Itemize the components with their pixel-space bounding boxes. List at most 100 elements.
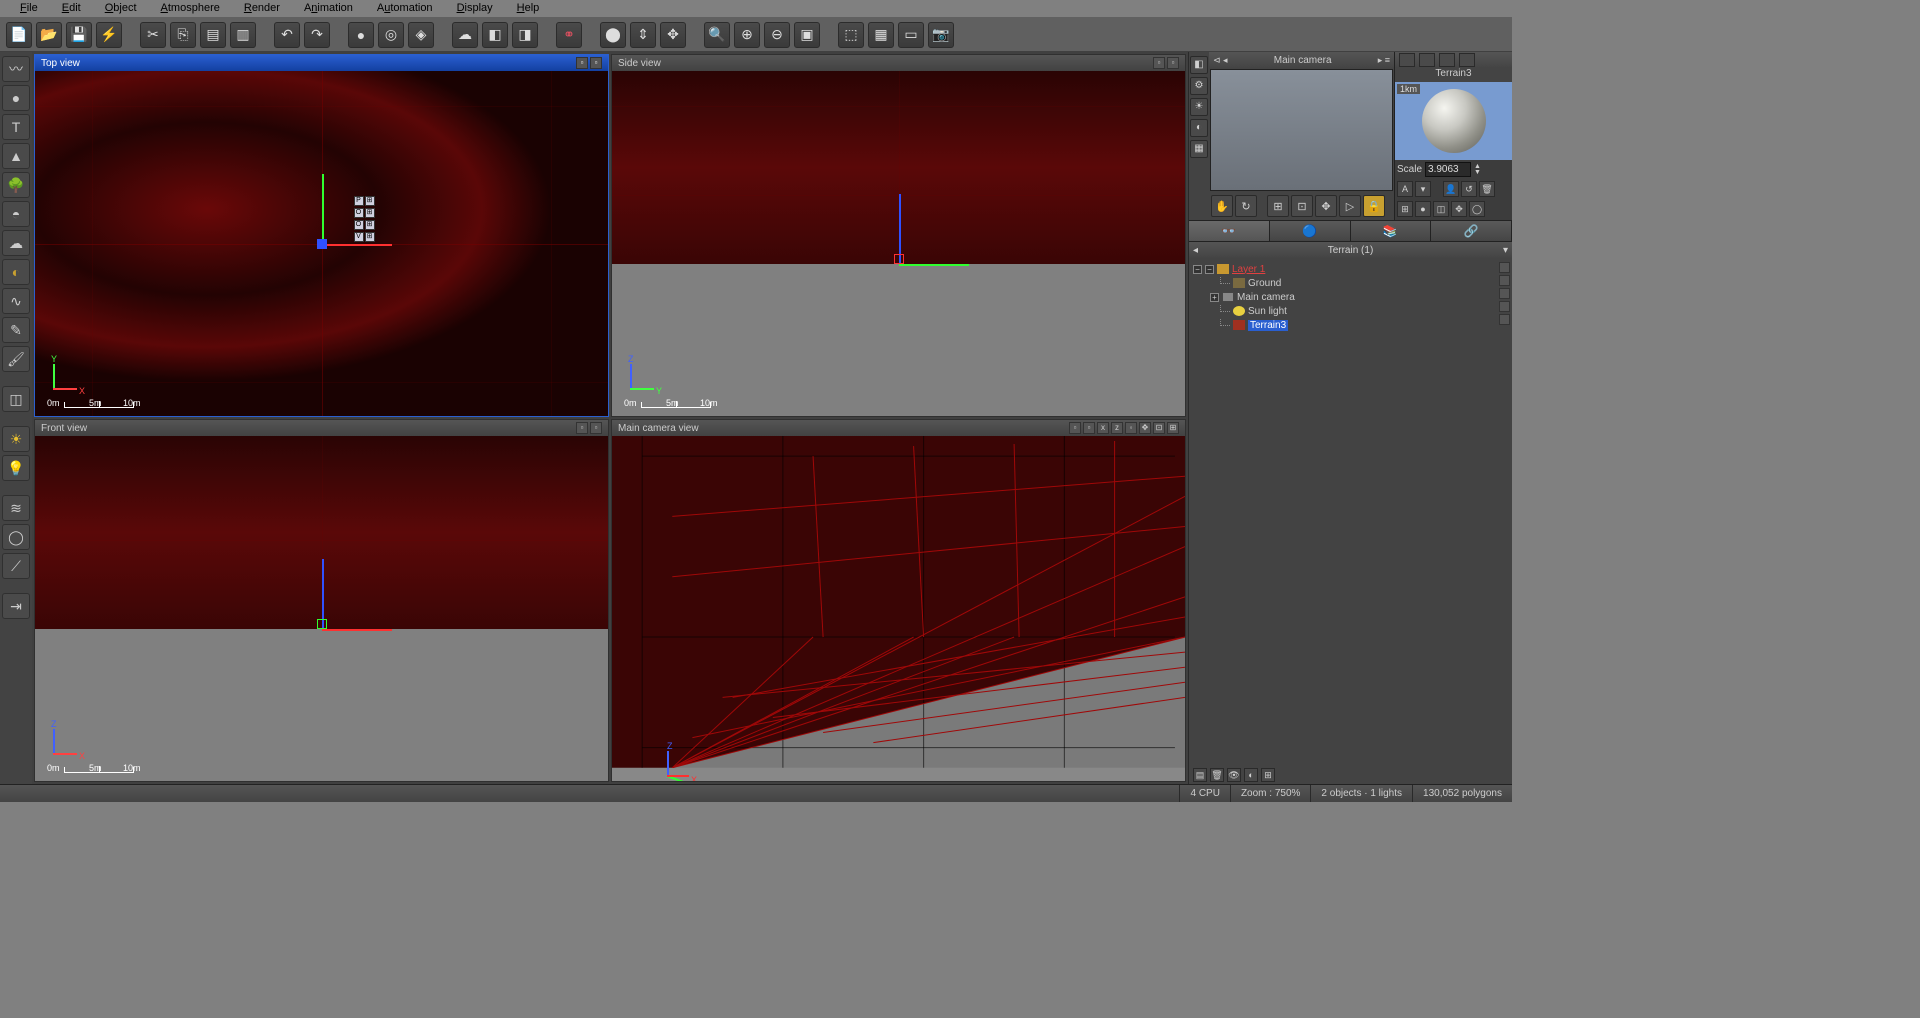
obj-btn-sphere-icon[interactable]: ● bbox=[1415, 201, 1431, 217]
viewport-top[interactable]: Top view ▫ ▫ P⊞ bbox=[34, 54, 609, 417]
material-icon[interactable]: ◨ bbox=[512, 22, 538, 48]
cloud-tool-icon[interactable]: ☁ bbox=[2, 230, 30, 256]
obj-btn-move-icon[interactable]: ✥ bbox=[1451, 201, 1467, 217]
atmosphere-icon[interactable]: ☁ bbox=[452, 22, 478, 48]
sun-icon[interactable]: ☀ bbox=[2, 426, 30, 452]
obj-btn-grid-icon[interactable]: ⊞ bbox=[1397, 201, 1413, 217]
viewport-side[interactable]: Side view ▫ ▫ bbox=[611, 54, 1186, 417]
timeline-icon[interactable]: ▦ bbox=[868, 22, 894, 48]
export-tool-icon[interactable]: ⇥ bbox=[2, 593, 30, 619]
camera-selector[interactable]: ⊲ ◂ Main camera ▸ ≡ bbox=[1209, 52, 1394, 68]
render-settings-icon[interactable]: ◈ bbox=[408, 22, 434, 48]
viewport-top-opt2-icon[interactable]: ▫ bbox=[590, 57, 602, 69]
tree-vis1-icon[interactable] bbox=[1499, 262, 1510, 273]
scale-spinner-icon[interactable]: ▲▼ bbox=[1474, 164, 1481, 176]
preview-mode5-icon[interactable]: ▦ bbox=[1190, 140, 1208, 158]
tree-label-terrain[interactable]: Terrain3 bbox=[1248, 320, 1288, 331]
zoom-icon[interactable]: ⊕ bbox=[734, 22, 760, 48]
menu-edit[interactable]: Edit bbox=[50, 0, 93, 17]
tab-library[interactable]: 📚 bbox=[1351, 221, 1432, 241]
text-tool-icon[interactable]: T bbox=[2, 114, 30, 140]
rock-tool-icon[interactable]: ◓ bbox=[2, 201, 30, 227]
preview-mode1-icon[interactable]: ◧ bbox=[1190, 56, 1208, 74]
preview-move-icon[interactable]: ✥ bbox=[1315, 195, 1337, 217]
tree-opt1-icon[interactable]: ◐ bbox=[1244, 768, 1258, 782]
redo-icon[interactable]: ↷ bbox=[304, 22, 330, 48]
menu-automation[interactable]: Automation bbox=[365, 0, 445, 17]
paint-tool-icon[interactable]: 🖌 bbox=[2, 346, 30, 372]
cube-icon[interactable]: ◧ bbox=[482, 22, 508, 48]
tree-row-layer[interactable]: − − Layer 1 bbox=[1193, 262, 1508, 276]
new-file-icon[interactable]: 📄 bbox=[6, 22, 32, 48]
viewport-cam-nav-z-icon[interactable]: z bbox=[1111, 422, 1123, 434]
obj-link-icon[interactable] bbox=[1459, 53, 1475, 67]
sphere-tool-icon[interactable]: ● bbox=[2, 85, 30, 111]
paste-icon[interactable]: ▤ bbox=[200, 22, 226, 48]
undo-icon[interactable]: ↶ bbox=[274, 22, 300, 48]
viewport-cam-nav3-icon[interactable]: ✥ bbox=[1139, 422, 1151, 434]
obj-btn-trash-icon[interactable]: 🗑 bbox=[1479, 181, 1495, 197]
tree-del-icon[interactable]: 🗑 bbox=[1210, 768, 1224, 782]
obj-btn-cyl-icon[interactable]: ◯ bbox=[1469, 201, 1485, 217]
panel-collapse-icon[interactable]: ◂ bbox=[1193, 245, 1198, 256]
preview-play-icon[interactable]: ▷ bbox=[1339, 195, 1361, 217]
obj-sculpt-icon[interactable] bbox=[1439, 53, 1455, 67]
camera-icon[interactable]: 📷 bbox=[928, 22, 954, 48]
viewport-cam-nav5-icon[interactable]: ⊞ bbox=[1167, 422, 1179, 434]
zoom-in-icon[interactable]: 🔍 bbox=[704, 22, 730, 48]
tree-row-terrain[interactable]: Terrain3 bbox=[1193, 318, 1508, 332]
film-icon[interactable]: ⬚ bbox=[838, 22, 864, 48]
material-preview[interactable]: 1km bbox=[1395, 82, 1512, 160]
obj-btn-user-icon[interactable]: 👤 bbox=[1443, 181, 1459, 197]
tree-label-layer[interactable]: Layer 1 bbox=[1232, 264, 1265, 275]
fan-tool-icon[interactable]: ◯ bbox=[2, 524, 30, 550]
next-camera-icon[interactable]: ▸ ≡ bbox=[1378, 55, 1390, 66]
tree-label-sun[interactable]: Sun light bbox=[1248, 306, 1287, 317]
menu-file[interactable]: File bbox=[8, 0, 50, 17]
tree-label-camera[interactable]: Main camera bbox=[1237, 292, 1295, 303]
expand-layer-icon[interactable]: − bbox=[1193, 265, 1202, 274]
menu-help[interactable]: Help bbox=[505, 0, 552, 17]
menu-render[interactable]: Render bbox=[232, 0, 292, 17]
copy-icon[interactable]: ⎘ bbox=[170, 22, 196, 48]
zoom-out-icon[interactable]: ⊖ bbox=[764, 22, 790, 48]
viewport-cam-nav-x-icon[interactable]: x bbox=[1097, 422, 1109, 434]
viewport-front[interactable]: Front view ▫ ▫ Z X bbox=[34, 419, 609, 782]
tree-vis4-icon[interactable] bbox=[1499, 301, 1510, 312]
obj-paint-icon[interactable] bbox=[1419, 53, 1435, 67]
panel-menu-icon[interactable]: ▾ bbox=[1503, 245, 1508, 256]
duplicate-icon[interactable]: ▥ bbox=[230, 22, 256, 48]
cut-icon[interactable]: ✂ bbox=[140, 22, 166, 48]
move-tool-icon[interactable]: ✥ bbox=[660, 22, 686, 48]
viewport-front-opt1-icon[interactable]: ▫ bbox=[576, 422, 588, 434]
obj-btn-a[interactable]: A bbox=[1397, 181, 1413, 197]
open-file-icon[interactable]: 📂 bbox=[36, 22, 62, 48]
prev-camera-icon[interactable]: ⊲ ◂ bbox=[1213, 55, 1228, 66]
scale-input[interactable] bbox=[1425, 162, 1471, 177]
tree-vis5-icon[interactable] bbox=[1499, 314, 1510, 325]
preview-mode2-icon[interactable]: ⚙ bbox=[1190, 77, 1208, 95]
preview-lock-icon[interactable]: 🔒 bbox=[1363, 195, 1385, 217]
preview-pan-icon[interactable]: ✋ bbox=[1211, 195, 1233, 217]
scale-tool-icon[interactable]: ⇕ bbox=[630, 22, 656, 48]
menu-atmosphere[interactable]: Atmosphere bbox=[149, 0, 232, 17]
curve-tool-icon[interactable]: ⟋ bbox=[2, 553, 30, 579]
viewport-side-opt1-icon[interactable]: ▫ bbox=[1153, 57, 1165, 69]
obj-btn-reset-icon[interactable]: ↺ bbox=[1461, 181, 1477, 197]
obj-btn-dropdown-icon[interactable]: ▾ bbox=[1415, 181, 1431, 197]
viewport-front-opt2-icon[interactable]: ▫ bbox=[590, 422, 602, 434]
tree-row-sun[interactable]: Sun light bbox=[1193, 304, 1508, 318]
preview-icon[interactable]: ▭ bbox=[898, 22, 924, 48]
tab-materials[interactable]: 🔵 bbox=[1270, 221, 1351, 241]
viewport-side-opt2-icon[interactable]: ▫ bbox=[1167, 57, 1179, 69]
preview-orbit-icon[interactable]: ↻ bbox=[1235, 195, 1257, 217]
menu-object[interactable]: Object bbox=[93, 0, 149, 17]
preview-mode4-icon[interactable]: ◐ bbox=[1190, 119, 1208, 137]
terrain-tool-icon[interactable]: ▲ bbox=[2, 143, 30, 169]
preview-snap-icon[interactable]: ⊡ bbox=[1291, 195, 1313, 217]
tree-vis2-icon[interactable] bbox=[1499, 275, 1510, 286]
viewport-cam-opt2-icon[interactable]: ▫ bbox=[1083, 422, 1095, 434]
tree-label-ground[interactable]: Ground bbox=[1248, 278, 1281, 289]
quick-action-icon[interactable]: ⚡ bbox=[96, 22, 122, 48]
render-icon[interactable]: ● bbox=[348, 22, 374, 48]
